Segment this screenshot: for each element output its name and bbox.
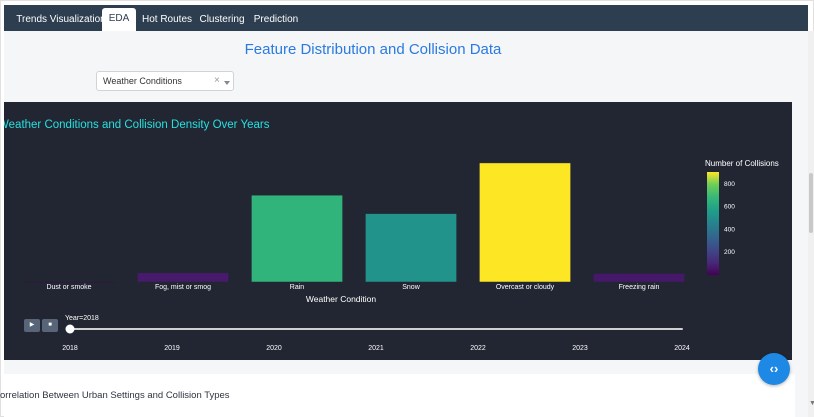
tab-prediction[interactable]: Prediction [253,9,299,31]
play-button[interactable]: ▶ [24,319,40,332]
x-tick-label: Overcast or cloudy [496,284,555,291]
colorbar-tick: 400 [724,226,735,233]
bar-rain[interactable] [251,194,343,283]
stop-icon: ■ [48,322,52,328]
tab-hot-routes[interactable]: Hot Routes [141,9,193,31]
colorbar-ticks: 200 400 600 800 [724,181,735,256]
tab-eda[interactable]: EDA [102,8,136,31]
bar-fog-mist-or-smog[interactable] [137,272,229,283]
section-subtitle: orrelation Between Urban Settings and Co… [0,390,230,401]
bar-chart: Dust or smoke Fog, mist or smog Rain Snow Ov… [23,159,779,352]
slider-year-label[interactable]: 2018 [62,345,78,352]
slider-year-label[interactable]: 2023 [572,345,588,352]
x-axis-title: Weather Condition [306,294,377,304]
colorbar-tick: 600 [724,204,735,211]
chevron-down-icon[interactable] [224,81,230,85]
x-tick-label: Dust or smoke [46,284,91,291]
x-tick-labels: Dust or smoke Fog, mist or smog Rain Snow Ov… [46,284,659,291]
page-title: Feature Distribution and Collision Data [244,41,502,58]
x-tick-label: Rain [290,284,305,291]
x-tick-label: Freezing rain [619,284,660,291]
top-navbar: Trends Visualization EDA Hot Routes Clus… [4,5,808,31]
bar-dust-or-smoke[interactable] [23,281,115,283]
slider-handle[interactable] [65,324,75,334]
bar-overcast-or-cloudy[interactable] [479,162,571,283]
scrollbar[interactable] [808,31,814,417]
colorbar-title: Number of Collisions [705,159,779,168]
code-icon: ‹› [769,361,779,376]
scroll-down-icon[interactable]: ▼ [809,400,814,407]
slider-track[interactable] [66,328,683,330]
play-icon: ▶ [29,322,35,328]
slider-year-label[interactable]: 2020 [266,345,282,352]
x-tick-label: Snow [402,284,420,291]
colorbar-tick: 800 [724,181,735,188]
clear-icon[interactable]: × [214,75,220,86]
tab-trends-visualization[interactable]: Trends Visualization [12,9,110,31]
bars-layer [23,162,685,283]
slider-current-label: Year=2018 [65,315,99,322]
slider-year-labels: 2018 2019 2020 2021 2022 2023 2024 [62,345,690,352]
slider-year-label[interactable]: 2019 [164,345,180,352]
bar-freezing-rain[interactable] [593,273,685,283]
scroll-thumb[interactable] [809,173,813,233]
code-toggle-button[interactable]: ‹› [758,353,790,385]
chart-panel: Weather Conditions and Collision Density… [4,102,792,360]
x-tick-label: Fog, mist or smog [155,284,211,291]
stop-button[interactable]: ■ [42,319,58,332]
colorbar [707,172,719,275]
colorbar-tick: 200 [724,249,735,256]
slider-year-label[interactable]: 2021 [368,345,384,352]
tab-clustering[interactable]: Clustering [199,9,245,31]
bar-snow[interactable] [365,213,457,283]
slider-year-label[interactable]: 2024 [674,345,690,352]
feature-dropdown[interactable]: Weather Conditions × [96,71,234,91]
slider-year-label[interactable]: 2022 [470,345,486,352]
dropdown-value: Weather Conditions [103,76,182,86]
